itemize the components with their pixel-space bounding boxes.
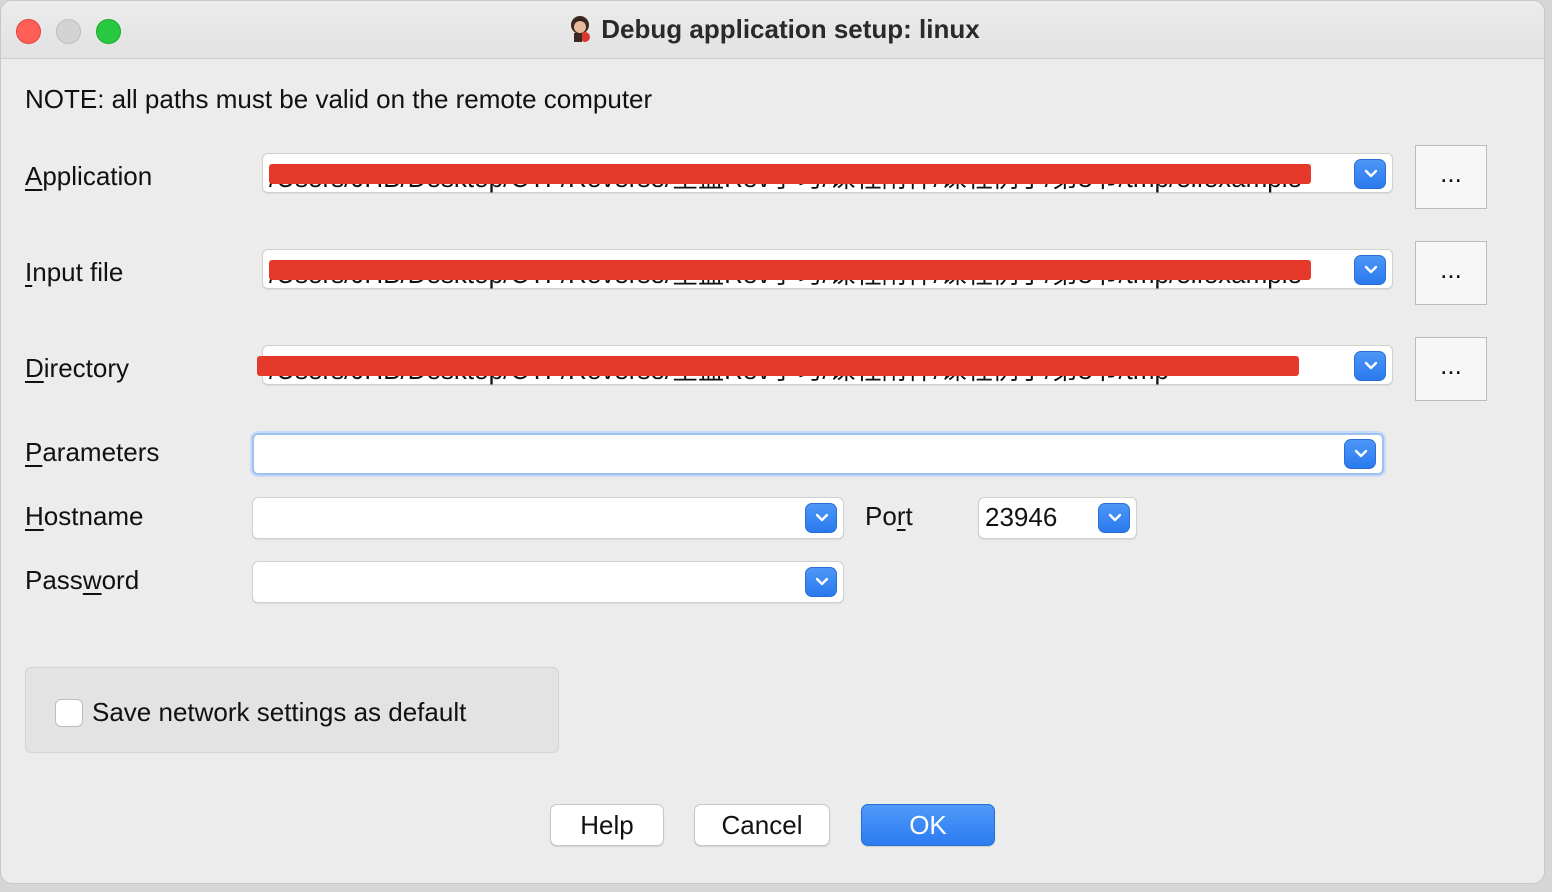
parameters-combo[interactable] — [252, 433, 1384, 475]
dialog-window: Debug application setup: linux NOTE: all… — [0, 0, 1545, 884]
chevron-down-icon — [1108, 513, 1122, 522]
parameters-dropdown-arrow[interactable] — [1344, 439, 1376, 469]
password-label: Password — [25, 565, 140, 595]
chevron-down-icon — [1364, 361, 1378, 370]
network-settings-group: Save network settings as default — [25, 667, 559, 753]
ok-button[interactable]: OK — [861, 804, 995, 846]
help-button[interactable]: Help — [550, 804, 664, 846]
redaction-mark — [269, 260, 1311, 280]
directory-label: Directory — [25, 353, 130, 383]
save-default-checkbox[interactable] — [55, 699, 83, 727]
window-title-area: Debug application setup: linux — [1, 11, 1544, 47]
port-combo[interactable]: 23946 — [978, 497, 1137, 539]
hostname-label: Hostname — [25, 501, 144, 531]
chevron-down-icon — [1354, 449, 1368, 458]
port-label: Port — [865, 501, 913, 531]
directory-dropdown-arrow[interactable] — [1354, 351, 1386, 381]
chevron-down-icon — [815, 577, 829, 586]
redaction-mark — [257, 356, 1299, 376]
cancel-button[interactable]: Cancel — [694, 804, 830, 846]
input-file-browse-button[interactable]: ... — [1415, 241, 1487, 305]
password-combo[interactable] — [252, 561, 844, 603]
title-bar[interactable]: Debug application setup: linux — [1, 1, 1544, 59]
password-dropdown-arrow[interactable] — [805, 567, 837, 597]
remote-paths-note: NOTE: all paths must be valid on the rem… — [25, 84, 653, 114]
chevron-down-icon — [1364, 265, 1378, 274]
application-dropdown-arrow[interactable] — [1354, 159, 1386, 189]
input-file-dropdown-arrow[interactable] — [1354, 255, 1386, 285]
chevron-down-icon — [1364, 169, 1378, 178]
ida-app-icon — [565, 13, 595, 43]
application-browse-button[interactable]: ... — [1415, 145, 1487, 209]
hostname-combo[interactable] — [252, 497, 844, 539]
parameters-label: Parameters — [25, 437, 160, 467]
application-label: Application — [25, 161, 153, 191]
input-file-label: Input file — [25, 257, 124, 287]
window-title: Debug application setup: linux — [601, 14, 980, 44]
chevron-down-icon — [815, 513, 829, 522]
save-default-label[interactable]: Save network settings as default — [92, 697, 466, 728]
port-value[interactable]: 23946 — [985, 502, 1092, 533]
port-dropdown-arrow[interactable] — [1098, 503, 1130, 533]
redaction-mark — [269, 164, 1311, 184]
hostname-dropdown-arrow[interactable] — [805, 503, 837, 533]
directory-browse-button[interactable]: ... — [1415, 337, 1487, 401]
